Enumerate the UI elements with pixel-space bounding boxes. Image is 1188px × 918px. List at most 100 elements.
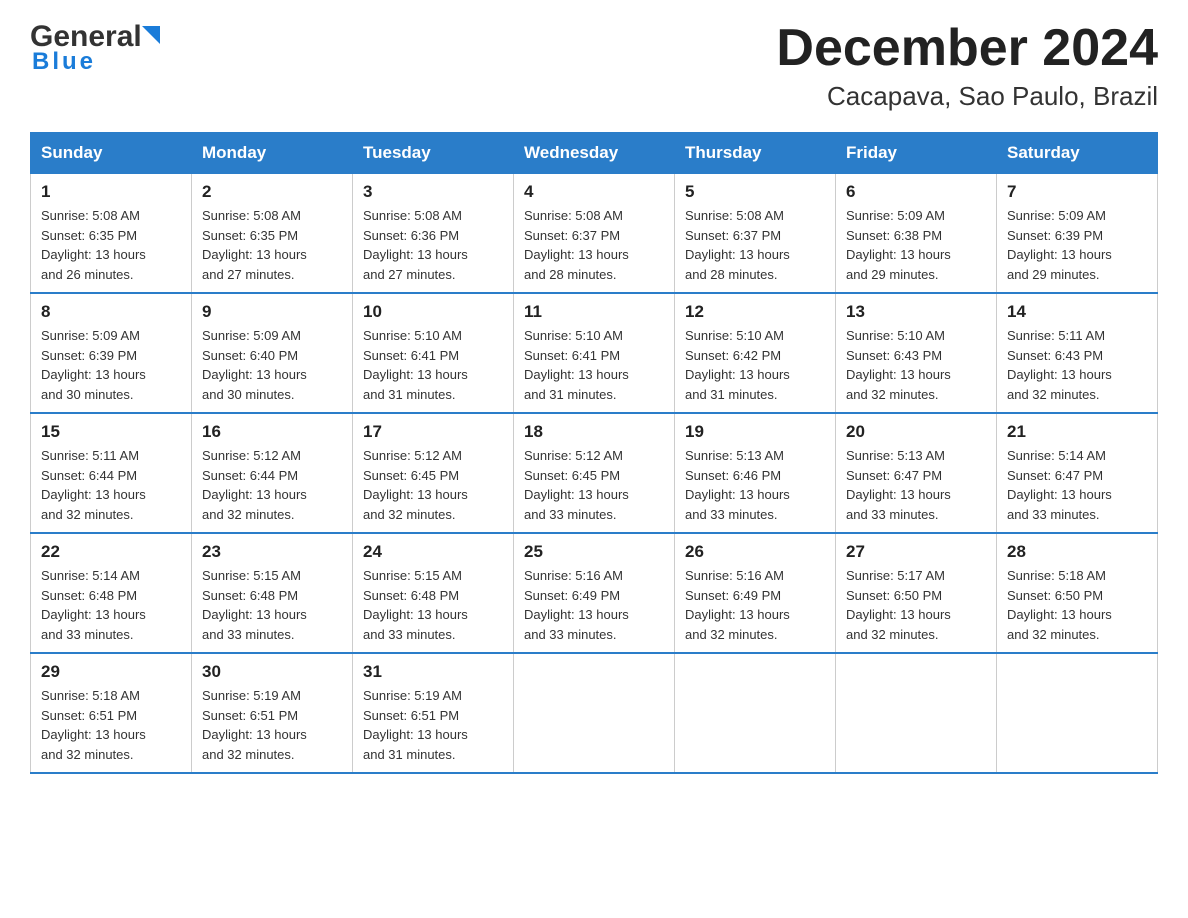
day-number: 4 [524,182,664,202]
day-info: Sunrise: 5:10 AMSunset: 6:41 PMDaylight:… [363,326,503,404]
weekday-header: Monday [192,133,353,174]
logo-blue-text: Blue [32,48,96,76]
calendar-cell: 3 Sunrise: 5:08 AMSunset: 6:36 PMDaylight… [353,174,514,294]
calendar-week-row: 8 Sunrise: 5:09 AMSunset: 6:39 PMDaylight… [31,293,1158,413]
day-info: Sunrise: 5:08 AMSunset: 6:35 PMDaylight:… [41,206,181,284]
day-info: Sunrise: 5:19 AMSunset: 6:51 PMDaylight:… [202,686,342,764]
calendar-cell: 13Sunrise: 5:10 AMSunset: 6:43 PMDayligh… [836,293,997,413]
calendar-table: SundayMondayTuesdayWednesdayThursdayFrid… [30,132,1158,774]
calendar-cell: 31 Sunrise: 5:19 AMSunset: 6:51 PMDayligh… [353,653,514,773]
day-info: Sunrise: 5:16 AMSunset: 6:49 PMDaylight:… [524,566,664,644]
calendar-cell: 6 Sunrise: 5:09 AMSunset: 6:38 PMDaylight… [836,174,997,294]
calendar-cell: 30 Sunrise: 5:19 AMSunset: 6:51 PMDayligh… [192,653,353,773]
day-info: Sunrise: 5:15 AMSunset: 6:48 PMDaylight:… [202,566,342,644]
calendar-week-row: 1Sunrise: 5:08 AMSunset: 6:35 PMDaylight… [31,174,1158,294]
day-info: Sunrise: 5:09 AMSunset: 6:38 PMDaylight:… [846,206,986,284]
day-number: 5 [685,182,825,202]
page-subtitle: Cacapava, Sao Paulo, Brazil [776,81,1158,112]
day-info: Sunrise: 5:18 AMSunset: 6:50 PMDaylight:… [1007,566,1147,644]
weekday-header: Wednesday [514,133,675,174]
day-info: Sunrise: 5:08 AMSunset: 6:37 PMDaylight:… [524,206,664,284]
calendar-cell: 17 Sunrise: 5:12 AMSunset: 6:45 PMDayligh… [353,413,514,533]
calendar-cell: 10Sunrise: 5:10 AMSunset: 6:41 PMDayligh… [353,293,514,413]
weekday-header: Tuesday [353,133,514,174]
day-info: Sunrise: 5:14 AMSunset: 6:48 PMDaylight:… [41,566,181,644]
day-number: 26 [685,542,825,562]
day-info: Sunrise: 5:19 AMSunset: 6:51 PMDaylight:… [363,686,503,764]
calendar-cell: 2Sunrise: 5:08 AMSunset: 6:35 PMDaylight… [192,174,353,294]
day-number: 3 [363,182,503,202]
day-number: 28 [1007,542,1147,562]
day-info: Sunrise: 5:12 AMSunset: 6:44 PMDaylight:… [202,446,342,524]
day-info: Sunrise: 5:11 AMSunset: 6:44 PMDaylight:… [41,446,181,524]
calendar-cell: 27 Sunrise: 5:17 AMSunset: 6:50 PMDayligh… [836,533,997,653]
day-number: 31 [363,662,503,682]
day-number: 24 [363,542,503,562]
day-info: Sunrise: 5:16 AMSunset: 6:49 PMDaylight:… [685,566,825,644]
calendar-cell: 29 Sunrise: 5:18 AMSunset: 6:51 PMDayligh… [31,653,192,773]
calendar-cell: 23 Sunrise: 5:15 AMSunset: 6:48 PMDayligh… [192,533,353,653]
weekday-header: Thursday [675,133,836,174]
calendar-cell: 22Sunrise: 5:14 AMSunset: 6:48 PMDayligh… [31,533,192,653]
weekday-header: Sunday [31,133,192,174]
day-number: 29 [41,662,181,682]
day-number: 17 [363,422,503,442]
day-number: 7 [1007,182,1147,202]
calendar-cell: 21 Sunrise: 5:14 AMSunset: 6:47 PMDayligh… [997,413,1158,533]
calendar-week-row: 29 Sunrise: 5:18 AMSunset: 6:51 PMDayligh… [31,653,1158,773]
calendar-cell: 15 Sunrise: 5:11 AMSunset: 6:44 PMDayligh… [31,413,192,533]
day-info: Sunrise: 5:10 AMSunset: 6:42 PMDaylight:… [685,326,825,404]
day-info: Sunrise: 5:14 AMSunset: 6:47 PMDaylight:… [1007,446,1147,524]
calendar-cell: 11 Sunrise: 5:10 AMSunset: 6:41 PMDayligh… [514,293,675,413]
day-number: 18 [524,422,664,442]
day-number: 30 [202,662,342,682]
day-info: Sunrise: 5:09 AMSunset: 6:40 PMDaylight:… [202,326,342,404]
calendar-cell: 5Sunrise: 5:08 AMSunset: 6:37 PMDaylight… [675,174,836,294]
day-info: Sunrise: 5:12 AMSunset: 6:45 PMDaylight:… [363,446,503,524]
calendar-cell: 26 Sunrise: 5:16 AMSunset: 6:49 PMDayligh… [675,533,836,653]
day-info: Sunrise: 5:09 AMSunset: 6:39 PMDaylight:… [1007,206,1147,284]
day-info: Sunrise: 5:08 AMSunset: 6:36 PMDaylight:… [363,206,503,284]
day-info: Sunrise: 5:09 AMSunset: 6:39 PMDaylight:… [41,326,181,404]
day-number: 16 [202,422,342,442]
calendar-header-row: SundayMondayTuesdayWednesdayThursdayFrid… [31,133,1158,174]
calendar-cell: 8 Sunrise: 5:09 AMSunset: 6:39 PMDaylight… [31,293,192,413]
day-number: 6 [846,182,986,202]
day-info: Sunrise: 5:13 AMSunset: 6:47 PMDaylight:… [846,446,986,524]
day-info: Sunrise: 5:12 AMSunset: 6:45 PMDaylight:… [524,446,664,524]
calendar-cell: 12 Sunrise: 5:10 AMSunset: 6:42 PMDayligh… [675,293,836,413]
day-number: 8 [41,302,181,322]
day-info: Sunrise: 5:17 AMSunset: 6:50 PMDaylight:… [846,566,986,644]
calendar-cell: 19Sunrise: 5:13 AMSunset: 6:46 PMDayligh… [675,413,836,533]
day-number: 11 [524,302,664,322]
day-number: 12 [685,302,825,322]
calendar-week-row: 22Sunrise: 5:14 AMSunset: 6:48 PMDayligh… [31,533,1158,653]
day-number: 25 [524,542,664,562]
logo-arrow-icon [142,26,160,53]
day-number: 2 [202,182,342,202]
calendar-cell: 14Sunrise: 5:11 AMSunset: 6:43 PMDayligh… [997,293,1158,413]
calendar-cell: 24Sunrise: 5:15 AMSunset: 6:48 PMDayligh… [353,533,514,653]
page-header: General Blue December 2024 Cacapava, Sao… [30,20,1158,112]
weekday-header: Saturday [997,133,1158,174]
calendar-cell [514,653,675,773]
calendar-cell: 28 Sunrise: 5:18 AMSunset: 6:50 PMDayligh… [997,533,1158,653]
page-title: December 2024 [776,20,1158,77]
day-number: 15 [41,422,181,442]
day-info: Sunrise: 5:10 AMSunset: 6:41 PMDaylight:… [524,326,664,404]
calendar-week-row: 15 Sunrise: 5:11 AMSunset: 6:44 PMDayligh… [31,413,1158,533]
calendar-cell: 20Sunrise: 5:13 AMSunset: 6:47 PMDayligh… [836,413,997,533]
weekday-header: Friday [836,133,997,174]
calendar-cell: 25 Sunrise: 5:16 AMSunset: 6:49 PMDayligh… [514,533,675,653]
calendar-cell [675,653,836,773]
day-number: 21 [1007,422,1147,442]
calendar-cell: 9 Sunrise: 5:09 AMSunset: 6:40 PMDaylight… [192,293,353,413]
day-number: 27 [846,542,986,562]
title-block: December 2024 Cacapava, Sao Paulo, Brazi… [776,20,1158,112]
day-number: 9 [202,302,342,322]
day-info: Sunrise: 5:18 AMSunset: 6:51 PMDaylight:… [41,686,181,764]
day-info: Sunrise: 5:13 AMSunset: 6:46 PMDaylight:… [685,446,825,524]
calendar-cell: 18 Sunrise: 5:12 AMSunset: 6:45 PMDayligh… [514,413,675,533]
day-number: 23 [202,542,342,562]
logo: General Blue [30,20,160,76]
